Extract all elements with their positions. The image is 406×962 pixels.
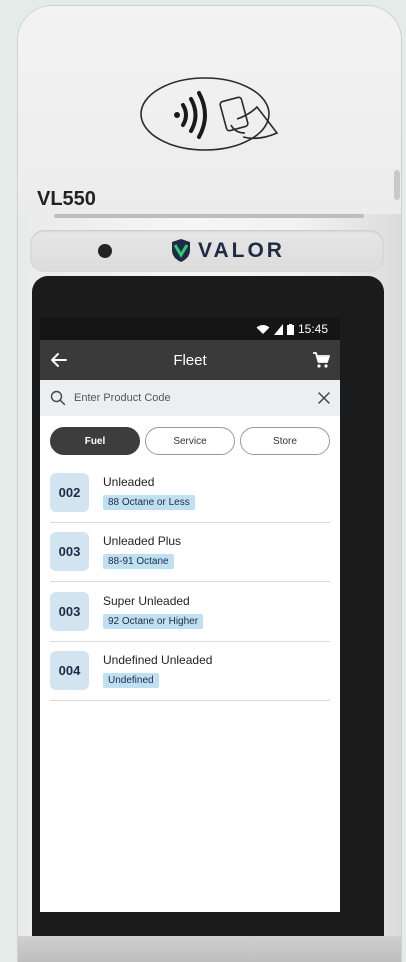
clear-search-icon[interactable] [318,392,330,404]
page-title: Fleet [173,351,207,369]
back-arrow-icon[interactable] [50,351,68,369]
product-octane-badge: 88 Octane or Less [103,494,195,510]
product-item-unleaded-plus[interactable]: 003 Unleaded Plus 88-91 Octane [50,523,330,582]
device-seam [54,214,364,218]
category-tabs: Fuel Service Store [40,416,340,463]
signal-icon [273,323,283,335]
valor-shield-icon [172,239,190,262]
product-code: 002 [50,472,89,512]
product-name: Unleaded [103,474,155,489]
search-icon [50,390,66,406]
search-bar [40,380,340,416]
status-time: 15:45 [297,322,328,336]
product-item-super-unleaded[interactable]: 003 Super Unleaded 92 Octane or Higher [50,582,330,642]
tab-fuel[interactable]: Fuel [50,427,140,455]
product-name: Undefined Unleaded [103,653,213,668]
product-octane-badge: 88-91 Octane [103,554,174,570]
screen: 15:45 Fleet Fuel Service Store 002 [40,318,340,912]
model-label: VL550 [37,188,96,210]
product-list: 002 Unleaded 88 Octane or Less 003 Unlea… [40,463,340,701]
product-code: 004 [50,651,89,691]
app-bar: Fleet [40,340,340,380]
logo-bar: VALOR [30,230,384,272]
side-button[interactable] [394,170,400,200]
device-bottom-rim [18,936,401,962]
product-item-unleaded[interactable]: 002 Unleaded 88 Octane or Less [50,463,330,523]
product-item-undefined-unleaded[interactable]: 004 Undefined Unleaded Undefined [50,642,330,701]
camera-icon [98,244,112,258]
product-octane-badge: Undefined [103,673,159,689]
tab-store[interactable]: Store [240,427,330,455]
product-code: 003 [50,591,89,631]
product-octane-badge: 92 Octane or Higher [103,613,204,629]
contactless-tap-icon [140,77,279,151]
product-code-input[interactable] [74,392,310,404]
product-name: Unleaded Plus [103,534,182,549]
battery-icon [286,323,294,335]
cart-icon[interactable] [312,351,330,369]
product-code: 003 [50,532,89,572]
status-bar: 15:45 [40,318,340,340]
device-top-housing: VL550 [18,6,401,214]
wifi-icon [256,324,270,334]
product-name: Super Unleaded [103,593,190,608]
brand-logo: VALOR [170,236,285,266]
tab-service[interactable]: Service [145,427,235,455]
brand-name: VALOR [198,239,285,262]
